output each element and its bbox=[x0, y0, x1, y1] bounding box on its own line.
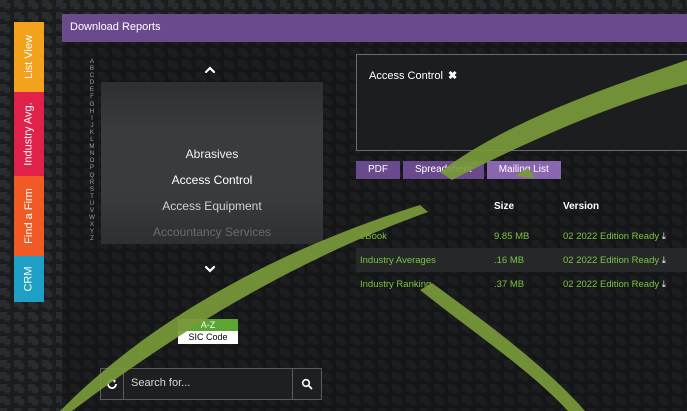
tab-label: CRM bbox=[23, 266, 35, 292]
list-item[interactable]: Abrasives bbox=[101, 147, 323, 161]
alphabet-letter[interactable]: F bbox=[88, 93, 96, 100]
tab-label: List View bbox=[23, 35, 36, 79]
tab-mailing-list[interactable]: Mailing List bbox=[486, 161, 561, 179]
alphabet-letter[interactable]: R bbox=[88, 179, 96, 186]
table-header: Size Version bbox=[356, 186, 687, 224]
alphabet-letter[interactable]: T bbox=[88, 193, 96, 200]
download-icon: ⤓ bbox=[661, 231, 666, 242]
selected-industries-box: Access Control ✖ bbox=[356, 54, 687, 151]
alphabet-letter[interactable]: V bbox=[88, 207, 96, 214]
report-version: 02 2022 Edition Ready bbox=[563, 255, 660, 266]
header-bar: Download Reports bbox=[62, 14, 687, 42]
alphabet-letter[interactable]: A bbox=[88, 58, 96, 65]
alphabet-letter[interactable]: S bbox=[88, 186, 96, 193]
tab-spreadsheet[interactable]: Spreadsheet bbox=[403, 161, 484, 179]
tab-list-view[interactable]: List View bbox=[14, 22, 44, 92]
table-row[interactable]: Industry Averages .16 MB 02 2022 Edition… bbox=[356, 248, 687, 272]
alphabet-letter[interactable]: O bbox=[88, 157, 96, 164]
search-bar: Search for... bbox=[100, 368, 322, 400]
tab-label: Industry Avg. bbox=[23, 102, 36, 166]
page-title: Download Reports bbox=[70, 21, 161, 33]
download-link[interactable]: 02 2022 Edition Ready ⤓ bbox=[563, 231, 666, 242]
list-item[interactable]: Accountancy Services bbox=[101, 225, 323, 239]
alphabet-letter[interactable]: K bbox=[88, 129, 96, 136]
industry-list bbox=[101, 82, 323, 244]
sort-sic-button[interactable]: SIC Code bbox=[178, 331, 238, 344]
tab-pdf[interactable]: PDF bbox=[356, 161, 400, 179]
chip-label: Access Control bbox=[369, 70, 443, 82]
report-size: .16 MB bbox=[494, 255, 525, 266]
remove-chip-icon[interactable]: ✖ bbox=[448, 70, 457, 82]
version-header: Version bbox=[563, 201, 600, 212]
alphabet-letter[interactable]: E bbox=[88, 86, 96, 93]
report-name: eBook bbox=[360, 231, 387, 242]
alphabet-letter[interactable]: M bbox=[88, 143, 96, 150]
sort-az-button[interactable]: A-Z bbox=[178, 319, 238, 331]
sort-toggle: A-Z SIC Code bbox=[178, 319, 238, 344]
report-name: Industry Ranking bbox=[360, 279, 432, 290]
report-size: 9.85 MB bbox=[494, 231, 530, 242]
tab-find-a-firm[interactable]: Find a Firm bbox=[14, 176, 44, 256]
alphabet-letter[interactable]: X bbox=[88, 221, 96, 228]
search-button[interactable] bbox=[292, 369, 321, 399]
report-version: 02 2022 Edition Ready bbox=[563, 231, 660, 242]
reports-table: Size Version eBook 9.85 MB 02 2022 Editi… bbox=[356, 186, 687, 296]
size-header: Size bbox=[494, 201, 515, 212]
selected-chip: Access Control ✖ bbox=[369, 69, 457, 82]
chevron-down-icon[interactable] bbox=[203, 262, 217, 276]
tab-label: Find a Firm bbox=[23, 188, 35, 244]
download-link[interactable]: 02 2022 Edition Ready ⤓ bbox=[563, 279, 666, 290]
report-size: .37 MB bbox=[494, 279, 525, 290]
alphabet-letter[interactable]: W bbox=[88, 214, 96, 221]
download-link[interactable]: 02 2022 Edition Ready ⤓ bbox=[563, 255, 666, 266]
download-icon: ⤓ bbox=[661, 255, 666, 266]
chevron-up-icon[interactable] bbox=[203, 63, 217, 77]
alphabet-index[interactable]: ABCDEFGHIJKLMNOPQRSTUVWXYZ bbox=[88, 58, 96, 242]
alphabet-letter[interactable]: P bbox=[88, 164, 96, 171]
format-tabs: PDF Spreadsheet Mailing List bbox=[356, 161, 561, 179]
refresh-button[interactable] bbox=[101, 369, 124, 399]
alphabet-letter[interactable]: H bbox=[88, 108, 96, 115]
alphabet-letter[interactable]: I bbox=[88, 115, 96, 122]
table-row[interactable]: eBook 9.85 MB 02 2022 Edition Ready ⤓ bbox=[356, 224, 687, 248]
search-input[interactable]: Search for... bbox=[131, 377, 190, 389]
tab-industry-avg[interactable]: Industry Avg. bbox=[14, 92, 44, 176]
alphabet-letter[interactable]: G bbox=[88, 101, 96, 108]
report-version: 02 2022 Edition Ready bbox=[563, 279, 660, 290]
list-item-selected[interactable]: Access Control bbox=[101, 173, 323, 187]
search-icon bbox=[301, 378, 313, 390]
alphabet-letter[interactable]: N bbox=[88, 150, 96, 157]
alphabet-letter[interactable]: Q bbox=[88, 172, 96, 179]
alphabet-letter[interactable]: Y bbox=[88, 228, 96, 235]
alphabet-letter[interactable]: J bbox=[88, 122, 96, 129]
list-item[interactable]: Access Equipment bbox=[101, 199, 323, 213]
alphabet-letter[interactable]: C bbox=[88, 72, 96, 79]
alphabet-letter[interactable]: B bbox=[88, 65, 96, 72]
download-icon: ⤓ bbox=[661, 279, 666, 290]
alphabet-letter[interactable]: U bbox=[88, 200, 96, 207]
alphabet-letter[interactable]: L bbox=[88, 136, 96, 143]
alphabet-letter[interactable]: Z bbox=[88, 235, 96, 242]
alphabet-letter[interactable]: D bbox=[88, 79, 96, 86]
report-name: Industry Averages bbox=[360, 255, 436, 266]
refresh-icon bbox=[107, 379, 117, 389]
table-row[interactable]: Industry Ranking .37 MB 02 2022 Edition … bbox=[356, 272, 687, 296]
tab-crm[interactable]: CRM bbox=[14, 256, 44, 302]
